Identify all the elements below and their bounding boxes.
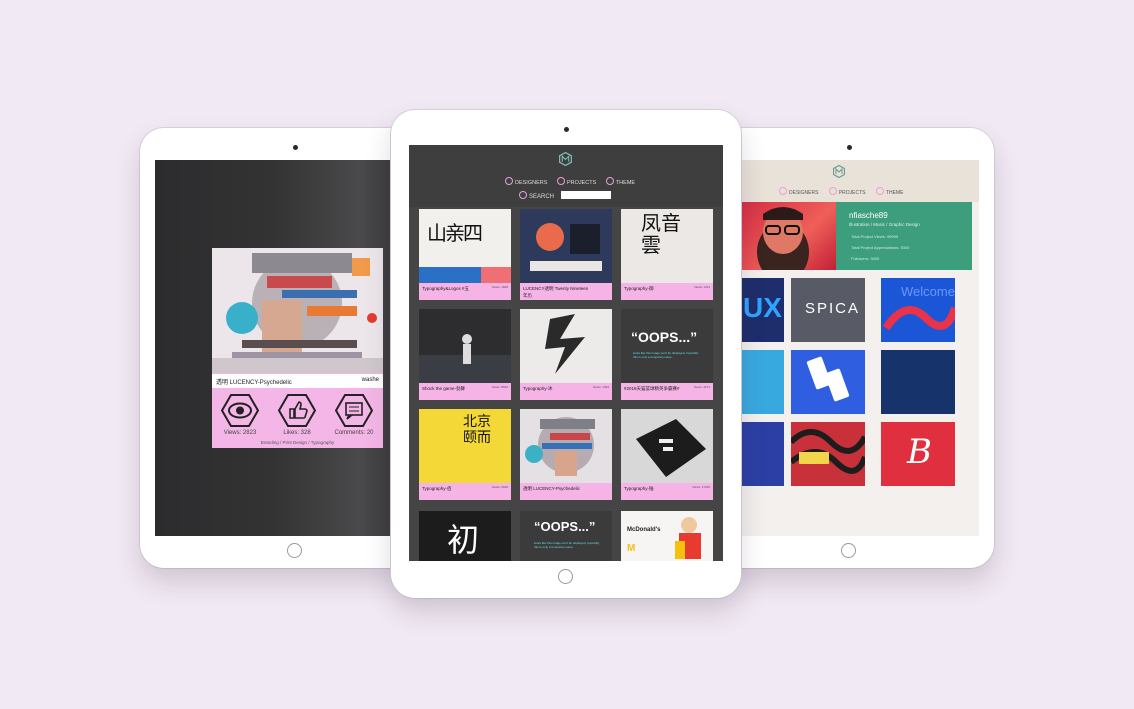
project-card[interactable]: “OOPS...” looks like this image can't be… (621, 309, 713, 400)
eye-icon (220, 394, 260, 427)
likes-count: Likes: 328 (283, 430, 311, 436)
project-artwork: “OOPS...” looks like this image can't be… (621, 309, 713, 383)
project-thumb[interactable]: SPICA (791, 278, 865, 342)
project-author[interactable]: washe (362, 377, 379, 383)
project-card[interactable]: 山亲四 Typography&Logos #五 Views: 1848 (419, 209, 511, 300)
app-logo-icon[interactable] (558, 151, 573, 171)
designers-icon (505, 177, 513, 185)
project-tags: Branding / Print Design / Typography (260, 440, 335, 445)
project-artwork (520, 209, 612, 283)
project-caption: Typography-御 Views: 1211 (621, 283, 713, 300)
home-button[interactable] (287, 543, 302, 558)
project-caption: Typography-佰 Views: 6628 (419, 483, 511, 500)
nav-designers[interactable]: DESIGNERS (505, 177, 547, 186)
project-thumb[interactable] (791, 350, 865, 414)
project-card[interactable]: McDonald's M (621, 511, 713, 561)
right-tablet: DESIGNERS PROJECTS THEME nfiasche89 Illu… (704, 128, 994, 568)
designer-role: Illustration / Music / Graphic Design (849, 222, 920, 227)
designer-profile-screen: DESIGNERS PROJECTS THEME nfiasche89 Illu… (739, 160, 979, 536)
project-artwork: McDonald's M (621, 511, 713, 561)
project-thumb[interactable]: B (881, 422, 955, 486)
front-camera (563, 127, 569, 132)
project-caption: Shock the game-劲舞 Views: 8662 (419, 383, 511, 400)
project-card[interactable]: Typography-陆 Views: 17346 (621, 409, 713, 500)
designer-stat-followers: Followers: 3000 (851, 256, 880, 261)
nav-projects[interactable]: PROJECTS (828, 187, 866, 196)
top-nav: DESIGNERS PROJECTS THEME (739, 160, 979, 202)
nav-designers[interactable]: DESIGNERS (779, 187, 818, 196)
project-card[interactable]: 透明 LUCENCY-Psychedelic (520, 409, 612, 500)
designer-name: nfiasche89 (849, 211, 888, 220)
nav-theme[interactable]: THEME (605, 177, 635, 186)
designer-photo (739, 202, 836, 282)
project-card[interactable]: “OOPS...” looks like this image can't be… (520, 511, 612, 561)
projects-grid-screen: DESIGNERS PROJECTS THEME SEARCH 山亲四 Typo… (409, 145, 723, 561)
project-thumb[interactable] (739, 422, 784, 486)
top-nav: DESIGNERS PROJECTS THEME SEARCH (409, 145, 723, 207)
project-detail-card[interactable]: 透明 LUCENCY-Psychedelic washe Views: 2823… (212, 248, 383, 448)
project-card[interactable]: LUCENCY透明 Twenty Nineteen 年历 (520, 209, 612, 300)
designer-stat-appreciations: Total Project Appreciations: 3000 (851, 245, 910, 250)
projects-icon (828, 187, 837, 195)
project-caption: 透明 LUCENCY-Psychedelic (520, 483, 612, 500)
project-artwork: 山亲四 (419, 209, 511, 283)
home-button[interactable] (558, 569, 573, 584)
designer-profile-card: nfiasche89 Illustration / Music / Graphi… (739, 202, 972, 282)
project-artwork (419, 309, 511, 383)
project-caption: Typography&Logos #五 Views: 1848 (419, 283, 511, 300)
front-camera (292, 145, 298, 150)
project-title: 透明 LUCENCY-Psychedelic (216, 380, 292, 386)
views-count: Views: 2823 (223, 430, 257, 436)
search-icon (519, 191, 527, 199)
project-caption: Typography-冰 Views: 1034 (520, 383, 612, 400)
project-thumb[interactable]: UX (739, 278, 784, 342)
project-caption: #2018天猫篮球精英争霸赛# Views: 4271 (621, 383, 713, 400)
center-tablet: DESIGNERS PROJECTS THEME SEARCH 山亲四 Typo… (391, 110, 741, 598)
comments-stat[interactable]: Comments: 20 (326, 394, 382, 436)
project-card[interactable]: 北京颐而 Typography-佰 Views: 6628 (419, 409, 511, 500)
front-camera (846, 145, 852, 150)
project-caption: LUCENCY透明 Twenty Nineteen 年历 (520, 283, 612, 300)
comment-icon[interactable] (334, 394, 374, 427)
project-thumb[interactable] (791, 422, 865, 486)
designers-icon (779, 187, 787, 195)
thumbs-up-icon[interactable] (277, 394, 317, 427)
nav-items: DESIGNERS PROJECTS THEME (779, 187, 912, 196)
project-card[interactable]: 凤音雲 Typography-御 Views: 1211 (621, 209, 713, 300)
project-artwork: 初 (419, 511, 511, 561)
likes-stat[interactable]: Likes: 328 (269, 394, 325, 436)
project-artwork: 凤音雲 (621, 209, 713, 283)
search-input[interactable] (561, 191, 611, 199)
project-caption: Typography-陆 Views: 17346 (621, 483, 713, 500)
project-title-row: 透明 LUCENCY-Psychedelic washe (212, 374, 383, 388)
designer-stat-views: Total Project Views: 99999 (851, 234, 899, 239)
project-artwork: 北京颐而 (419, 409, 511, 483)
project-artwork: “OOPS...” looks like this image can't be… (520, 511, 612, 561)
nav-items: DESIGNERS PROJECTS THEME (505, 177, 643, 186)
theme-icon (605, 177, 614, 185)
project-artwork (520, 309, 612, 383)
projects-icon (556, 177, 565, 185)
nav-projects[interactable]: PROJECTS (556, 177, 596, 186)
project-card[interactable]: Shock the game-劲舞 Views: 8662 (419, 309, 511, 400)
nav-theme[interactable]: THEME (875, 187, 903, 196)
project-thumb[interactable]: Welcome (881, 278, 955, 342)
project-thumb[interactable] (739, 350, 784, 414)
comments-count: Comments: 20 (334, 430, 374, 436)
home-button[interactable] (841, 543, 856, 558)
search-label: SEARCH (519, 191, 554, 200)
project-artwork (621, 409, 713, 483)
project-artwork (520, 409, 612, 483)
app-logo-icon[interactable] (832, 164, 846, 183)
theme-icon (875, 187, 884, 195)
project-artwork (212, 248, 383, 373)
views-stat: Views: 2823 (212, 394, 268, 436)
project-card[interactable]: 初 (419, 511, 511, 561)
project-card[interactable]: Typography-冰 Views: 1034 (520, 309, 612, 400)
project-thumb[interactable] (881, 350, 955, 414)
svg-text:M: M (627, 543, 635, 554)
